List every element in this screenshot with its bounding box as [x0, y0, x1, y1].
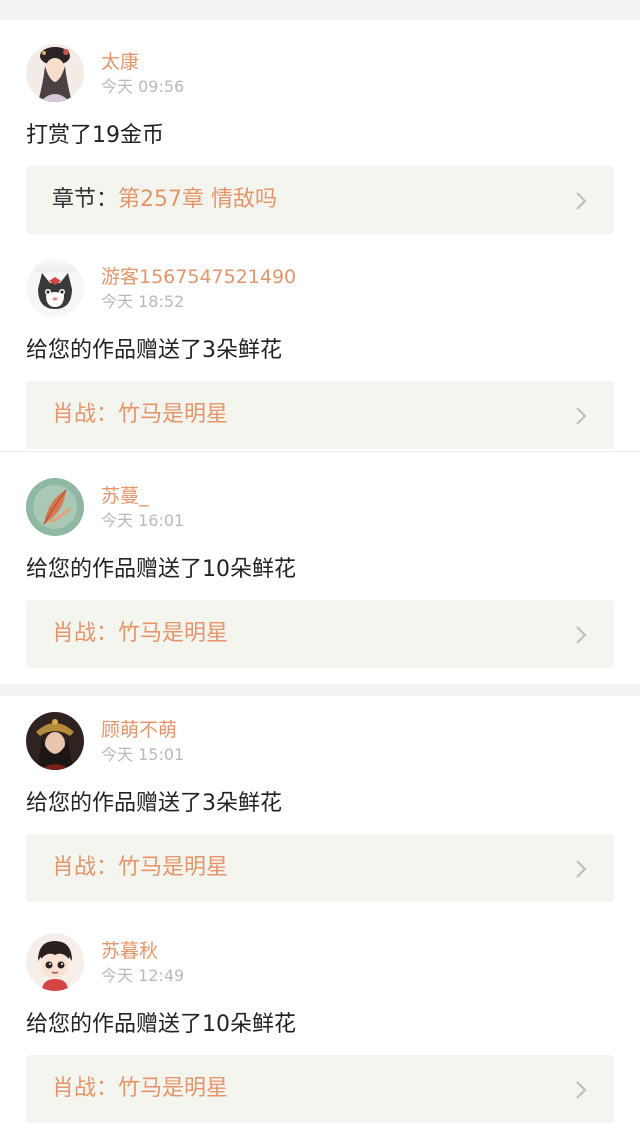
- link-title: 竹马是明星: [118, 855, 229, 880]
- link-title: 竹马是明星: [118, 1076, 229, 1101]
- book-link-bar[interactable]: 肖战：竹马是明星: [26, 1055, 614, 1123]
- reward-time: 今天 15:01: [101, 745, 185, 764]
- user-name[interactable]: 苏暮秋: [101, 939, 158, 963]
- chapter-link-bar[interactable]: 章节：第257章 情敌吗: [26, 166, 614, 234]
- link-title: 第257章 情敌吗: [118, 187, 278, 212]
- avatar-dark-portrait-icon: [26, 712, 84, 770]
- chevron-right-icon: [576, 407, 587, 425]
- section-separator: [0, 684, 640, 696]
- user-name[interactable]: 游客1567547521490: [101, 265, 296, 289]
- user-name[interactable]: 顾萌不萌: [101, 718, 177, 742]
- avatar-green-leaf-icon: [26, 478, 84, 536]
- user-name[interactable]: 苏蔓_: [101, 484, 149, 508]
- avatar-cat-icon: [26, 259, 84, 317]
- top-separator: [0, 0, 640, 20]
- link-title: 竹马是明星: [118, 402, 229, 427]
- reward-message: 给您的作品赠送了3朵鲜花: [26, 791, 282, 816]
- reward-message: 给您的作品赠送了3朵鲜花: [26, 338, 282, 363]
- reward-message: 给您的作品赠送了10朵鲜花: [26, 1012, 296, 1037]
- avatar-cartoon-boy-icon: [26, 933, 84, 991]
- link-prefix: 章节：: [52, 187, 119, 212]
- user-name[interactable]: 太康: [101, 50, 139, 74]
- reward-time: 今天 18:52: [101, 292, 185, 311]
- book-link-bar[interactable]: 肖战：竹马是明星: [26, 381, 614, 449]
- link-prefix: 肖战：: [52, 621, 119, 646]
- reward-list-page: 太康 今天 09:56 打赏了19金币 章节：第257章 情敌吗 游客15675…: [0, 0, 640, 1131]
- user-avatar[interactable]: [26, 44, 84, 102]
- row-divider: [0, 451, 640, 452]
- reward-message: 打赏了19金币: [26, 123, 164, 148]
- user-avatar[interactable]: [26, 478, 84, 536]
- chevron-right-icon: [576, 860, 587, 878]
- reward-time: 今天 09:56: [101, 77, 185, 96]
- chevron-right-icon: [576, 626, 587, 644]
- user-avatar[interactable]: [26, 259, 84, 317]
- book-link-bar[interactable]: 肖战：竹马是明星: [26, 600, 614, 668]
- book-link-bar[interactable]: 肖战：竹马是明星: [26, 834, 614, 902]
- link-prefix: 肖战：: [52, 402, 119, 427]
- link-prefix: 肖战：: [52, 1076, 119, 1101]
- reward-time: 今天 16:01: [101, 511, 185, 530]
- link-title: 竹马是明星: [118, 621, 229, 646]
- chevron-right-icon: [576, 1081, 587, 1099]
- chevron-right-icon: [576, 192, 587, 210]
- avatar-lady-portrait-icon: [26, 44, 84, 102]
- link-prefix: 肖战：: [52, 855, 119, 880]
- user-avatar[interactable]: [26, 712, 84, 770]
- reward-message: 给您的作品赠送了10朵鲜花: [26, 557, 296, 582]
- reward-time: 今天 12:49: [101, 966, 185, 985]
- user-avatar[interactable]: [26, 933, 84, 991]
